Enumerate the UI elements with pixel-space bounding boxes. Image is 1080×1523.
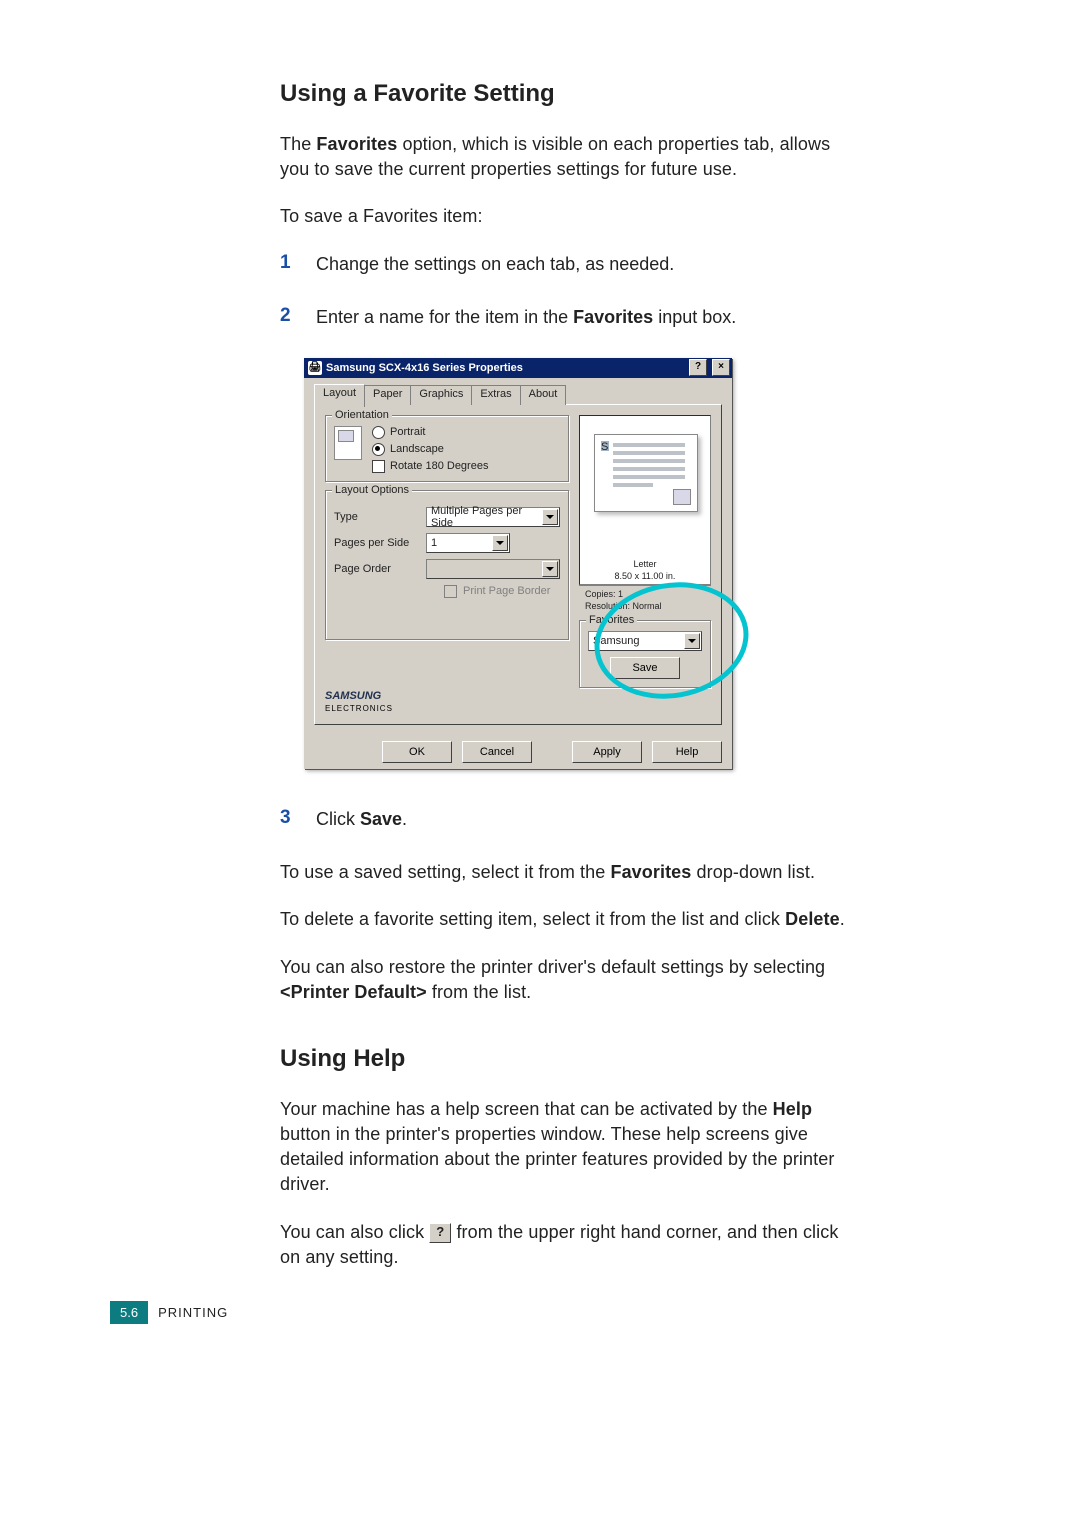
layout-options-group: Layout Options Type Multiple Pages per S… (325, 490, 569, 640)
step-number: 2 (280, 305, 316, 330)
title-bar: 🖨 Samsung SCX-4x16 Series Properties ? × (304, 358, 732, 378)
step-number: 3 (280, 807, 316, 832)
radio-landscape[interactable]: Landscape (372, 443, 488, 456)
properties-dialog: 🖨 Samsung SCX-4x16 Series Properties ? ×… (304, 358, 732, 769)
help-button[interactable]: Help (652, 741, 722, 763)
pages-per-side-select[interactable]: 1 (426, 533, 510, 553)
step-text: Enter a name for the item in the Favorit… (316, 305, 736, 330)
chevron-down-icon (542, 509, 558, 525)
help-icon: ? (429, 1223, 451, 1243)
tab-extras[interactable]: Extras (471, 385, 520, 405)
section-label: PRINTING (158, 1305, 228, 1320)
restore-default-paragraph: You can also restore the printer driver'… (280, 955, 860, 1005)
close-button[interactable]: × (712, 359, 730, 376)
print-page-border-check: Print Page Border (444, 585, 560, 598)
checkbox-icon (444, 585, 457, 598)
orientation-preview-icon (334, 426, 362, 460)
check-rotate180[interactable]: Rotate 180 Degrees (372, 460, 488, 473)
help-paragraph-2: You can also click ? from the upper righ… (280, 1220, 860, 1270)
preview-details: Copies: 1 Resolution: Normal (579, 585, 711, 614)
use-saved-paragraph: To use a saved setting, select it from t… (280, 860, 860, 885)
step-2: 2 Enter a name for the item in the Favor… (280, 305, 860, 330)
to-save-lead: To save a Favorites item: (280, 204, 860, 229)
tab-row: Layout Paper Graphics Extras About (314, 384, 722, 404)
radio-icon (372, 426, 385, 439)
printer-icon: 🖨 (308, 361, 322, 375)
tab-graphics[interactable]: Graphics (410, 385, 472, 405)
checkbox-icon (372, 460, 385, 473)
type-select[interactable]: Multiple Pages per Side (426, 507, 560, 527)
help-paragraph-1: Your machine has a help screen that can … (280, 1097, 860, 1198)
step-number: 1 (280, 252, 316, 277)
delete-paragraph: To delete a favorite setting item, selec… (280, 907, 860, 932)
favorites-group: Favorites Samsung Save (579, 620, 711, 688)
chevron-down-icon (492, 535, 508, 551)
page-order-select (426, 559, 560, 579)
save-button[interactable]: Save (610, 657, 680, 679)
cancel-button[interactable]: Cancel (462, 741, 532, 763)
radio-icon (372, 443, 385, 456)
help-titlebar-button[interactable]: ? (689, 359, 707, 376)
brand-logo: SAMSUNG (325, 690, 381, 702)
step-text: Click Save. (316, 807, 407, 832)
page-footer: 5.6 PRINTING (110, 1301, 228, 1324)
page-number: 5.6 (110, 1301, 148, 1324)
step-3: 3 Click Save. (280, 807, 860, 832)
step-1: 1 Change the settings on each tab, as ne… (280, 252, 860, 277)
apply-button[interactable]: Apply (572, 741, 642, 763)
tab-about[interactable]: About (520, 385, 567, 405)
ok-button[interactable]: OK (382, 741, 452, 763)
tab-paper[interactable]: Paper (364, 385, 411, 405)
window-title: Samsung SCX-4x16 Series Properties (326, 362, 523, 374)
orientation-group: Orientation Portrait (325, 415, 569, 482)
chevron-down-icon (684, 633, 700, 649)
intro-paragraph: The Favorites option, which is visible o… (280, 132, 860, 182)
radio-portrait[interactable]: Portrait (372, 426, 488, 439)
page-preview: S Letter (579, 415, 711, 585)
favorites-input[interactable]: Samsung (588, 631, 702, 651)
heading-help: Using Help (280, 1045, 860, 1073)
heading-favorite: Using a Favorite Setting (280, 80, 860, 108)
chevron-down-icon (542, 561, 558, 577)
step-text: Change the settings on each tab, as need… (316, 252, 674, 277)
tab-layout[interactable]: Layout (314, 384, 365, 407)
